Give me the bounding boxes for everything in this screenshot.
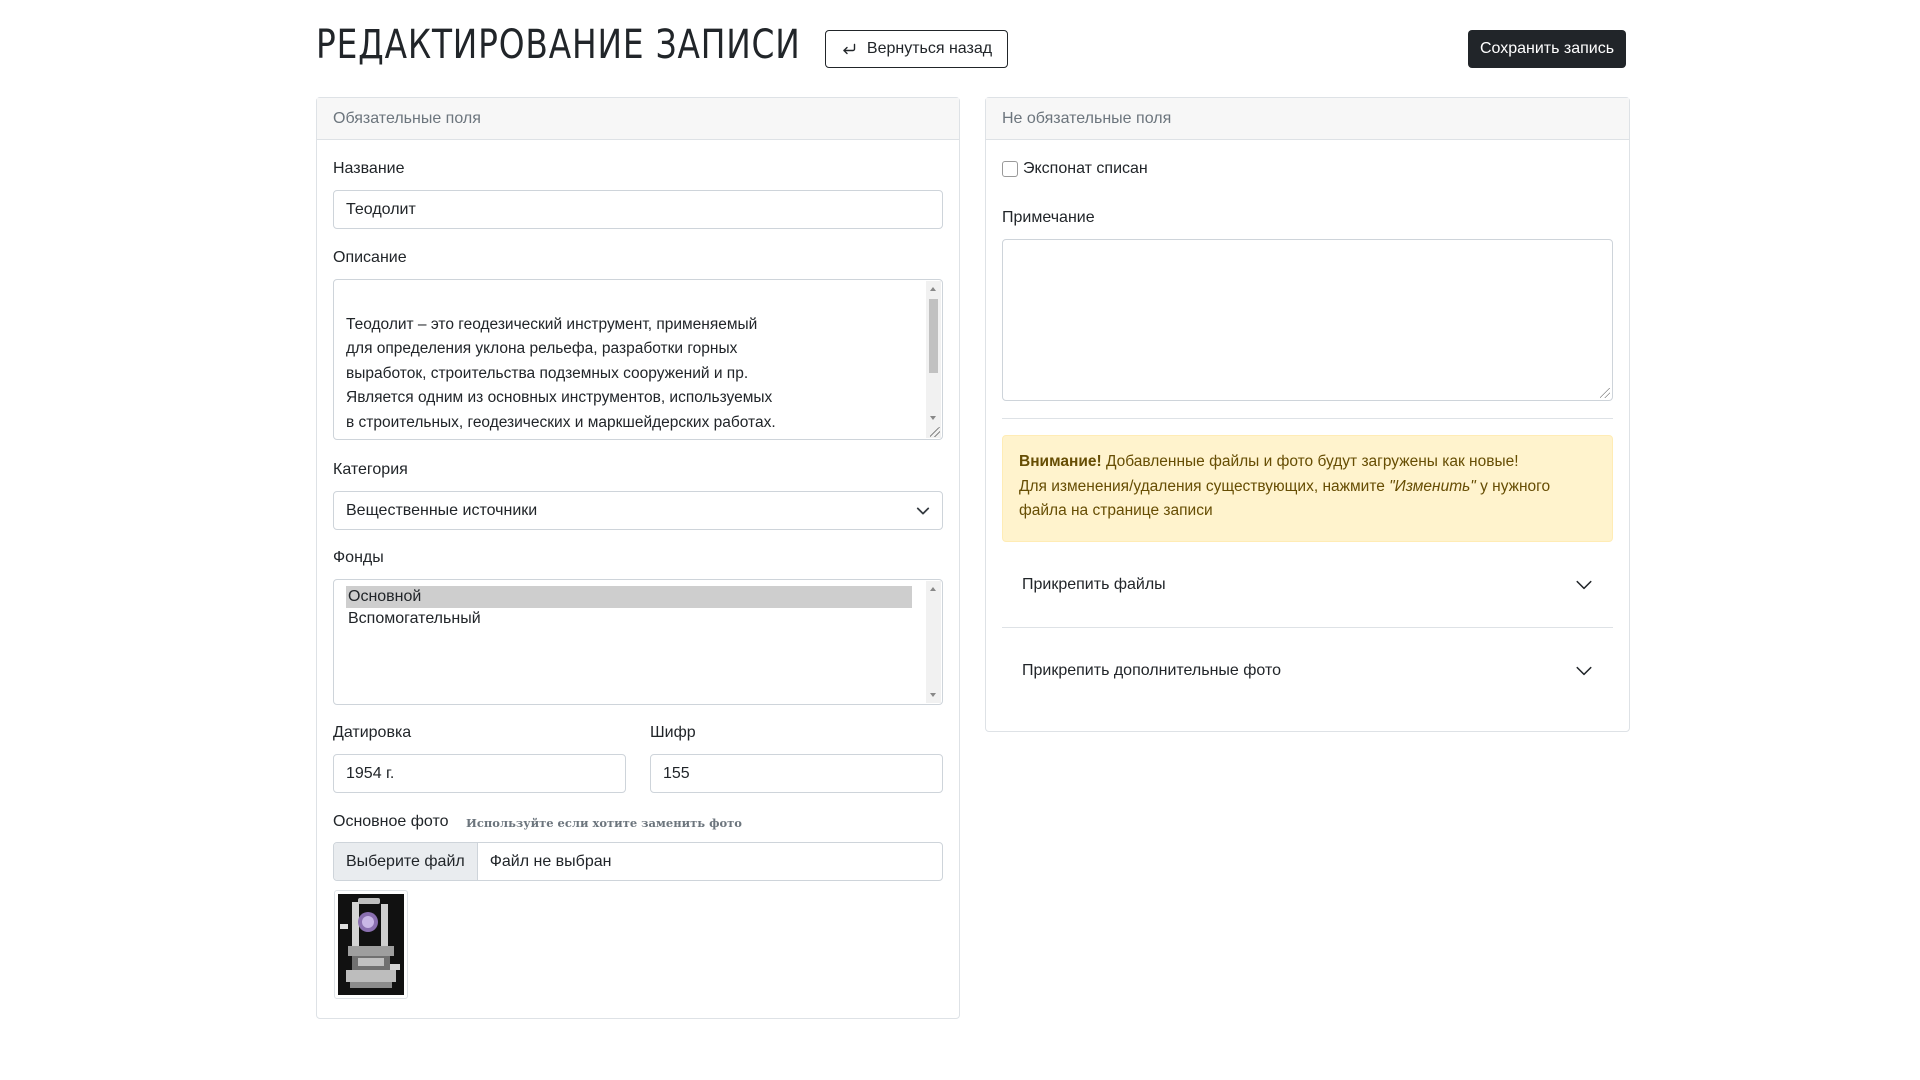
funds-option-auxiliary[interactable]: Вспомогательный	[346, 608, 912, 630]
main-photo-label: Основное фото	[333, 813, 449, 830]
note-label: Примечание	[1002, 209, 1095, 226]
chevron-down-icon	[1576, 666, 1592, 676]
funds-listbox[interactable]: Основной Вспомогательный	[333, 579, 943, 705]
attach-photos-accordion[interactable]: Прикрепить дополнительные фото	[1002, 650, 1613, 692]
resize-grip-icon[interactable]	[1600, 388, 1610, 398]
resize-grip-icon[interactable]	[930, 427, 940, 437]
attach-files-label: Прикрепить файлы	[1022, 576, 1166, 593]
dating-label: Датировка	[333, 724, 412, 741]
alert-line2-pre: Для изменения/удаления существующих, наж…	[1019, 477, 1390, 495]
alert-line1: Добавленные файлы и фото будут загружены…	[1101, 453, 1519, 470]
theodolite-photo-image	[338, 894, 404, 995]
name-input[interactable]: Теодолит	[333, 190, 943, 229]
page-title: РЕДАКТИРОВАНИЕ ЗАПИСИ	[316, 22, 801, 68]
written-off-label[interactable]: Экспонат списан	[1023, 160, 1148, 178]
funds-option-main[interactable]: Основной	[346, 586, 912, 608]
dating-input[interactable]: 1954 г.	[333, 754, 626, 793]
funds-scrollbar[interactable]	[926, 581, 941, 703]
description-textarea[interactable]: Теодолит – это геодезический инструмент,…	[333, 279, 943, 440]
cipher-input-value: 155	[663, 764, 690, 782]
file-status: Файл не выбран	[489, 852, 612, 870]
upload-warning-alert: Внимание! Добавленные файлы и фото будут…	[1002, 435, 1613, 542]
chevron-down-icon	[916, 507, 930, 514]
name-input-value: Теодолит	[346, 200, 416, 218]
cipher-input[interactable]: 155	[650, 754, 943, 793]
divider	[1002, 418, 1613, 419]
choose-file-button[interactable]: Выберите файл	[334, 843, 478, 880]
category-select-value: Вещественные источники	[346, 501, 538, 519]
accordion-divider	[1002, 627, 1613, 628]
main-photo-thumbnail[interactable]	[334, 890, 408, 999]
description-label: Описание	[333, 249, 407, 266]
alert-strong: Внимание!	[1019, 453, 1102, 470]
save-button[interactable]: Сохранить запись	[1468, 30, 1626, 68]
cipher-label: Шифр	[650, 724, 696, 741]
return-arrow-icon	[843, 43, 856, 55]
written-off-checkbox[interactable]	[1002, 161, 1018, 177]
main-photo-file-input[interactable]: Выберите файл Файл не выбран	[333, 842, 943, 881]
alert-edit-emphasis: "Изменить"	[1389, 477, 1476, 495]
description-text: Теодолит – это геодезический инструмент,…	[346, 315, 776, 440]
funds-label: Фонды	[333, 549, 384, 566]
note-textarea[interactable]	[1002, 239, 1613, 401]
back-button[interactable]: Вернуться назад	[825, 30, 1008, 68]
category-label: Категория	[333, 461, 408, 478]
scroll-up-arrow-icon[interactable]	[930, 287, 936, 291]
chevron-down-icon	[1576, 580, 1592, 590]
scroll-down-arrow-icon[interactable]	[930, 416, 936, 420]
main-photo-hint: Используйте если хотите заменить фото	[466, 816, 742, 830]
dating-input-value: 1954 г.	[346, 764, 395, 782]
optional-fields-header: Не обязательные поля	[986, 98, 1629, 140]
attach-files-accordion[interactable]: Прикрепить файлы	[1002, 564, 1613, 606]
scroll-up-arrow-icon[interactable]	[930, 587, 936, 591]
category-select[interactable]: Вещественные источники	[333, 491, 943, 530]
attach-photos-label: Прикрепить дополнительные фото	[1022, 662, 1282, 679]
scroll-down-arrow-icon[interactable]	[930, 693, 936, 697]
name-label: Название	[333, 160, 405, 177]
optional-fields-card: Не обязательные поля	[985, 97, 1630, 732]
back-button-label: Вернуться назад	[866, 40, 993, 57]
required-fields-header: Обязательные поля	[317, 98, 959, 140]
description-scroll-thumb[interactable]	[929, 299, 938, 373]
description-scrollbar[interactable]	[926, 281, 941, 438]
